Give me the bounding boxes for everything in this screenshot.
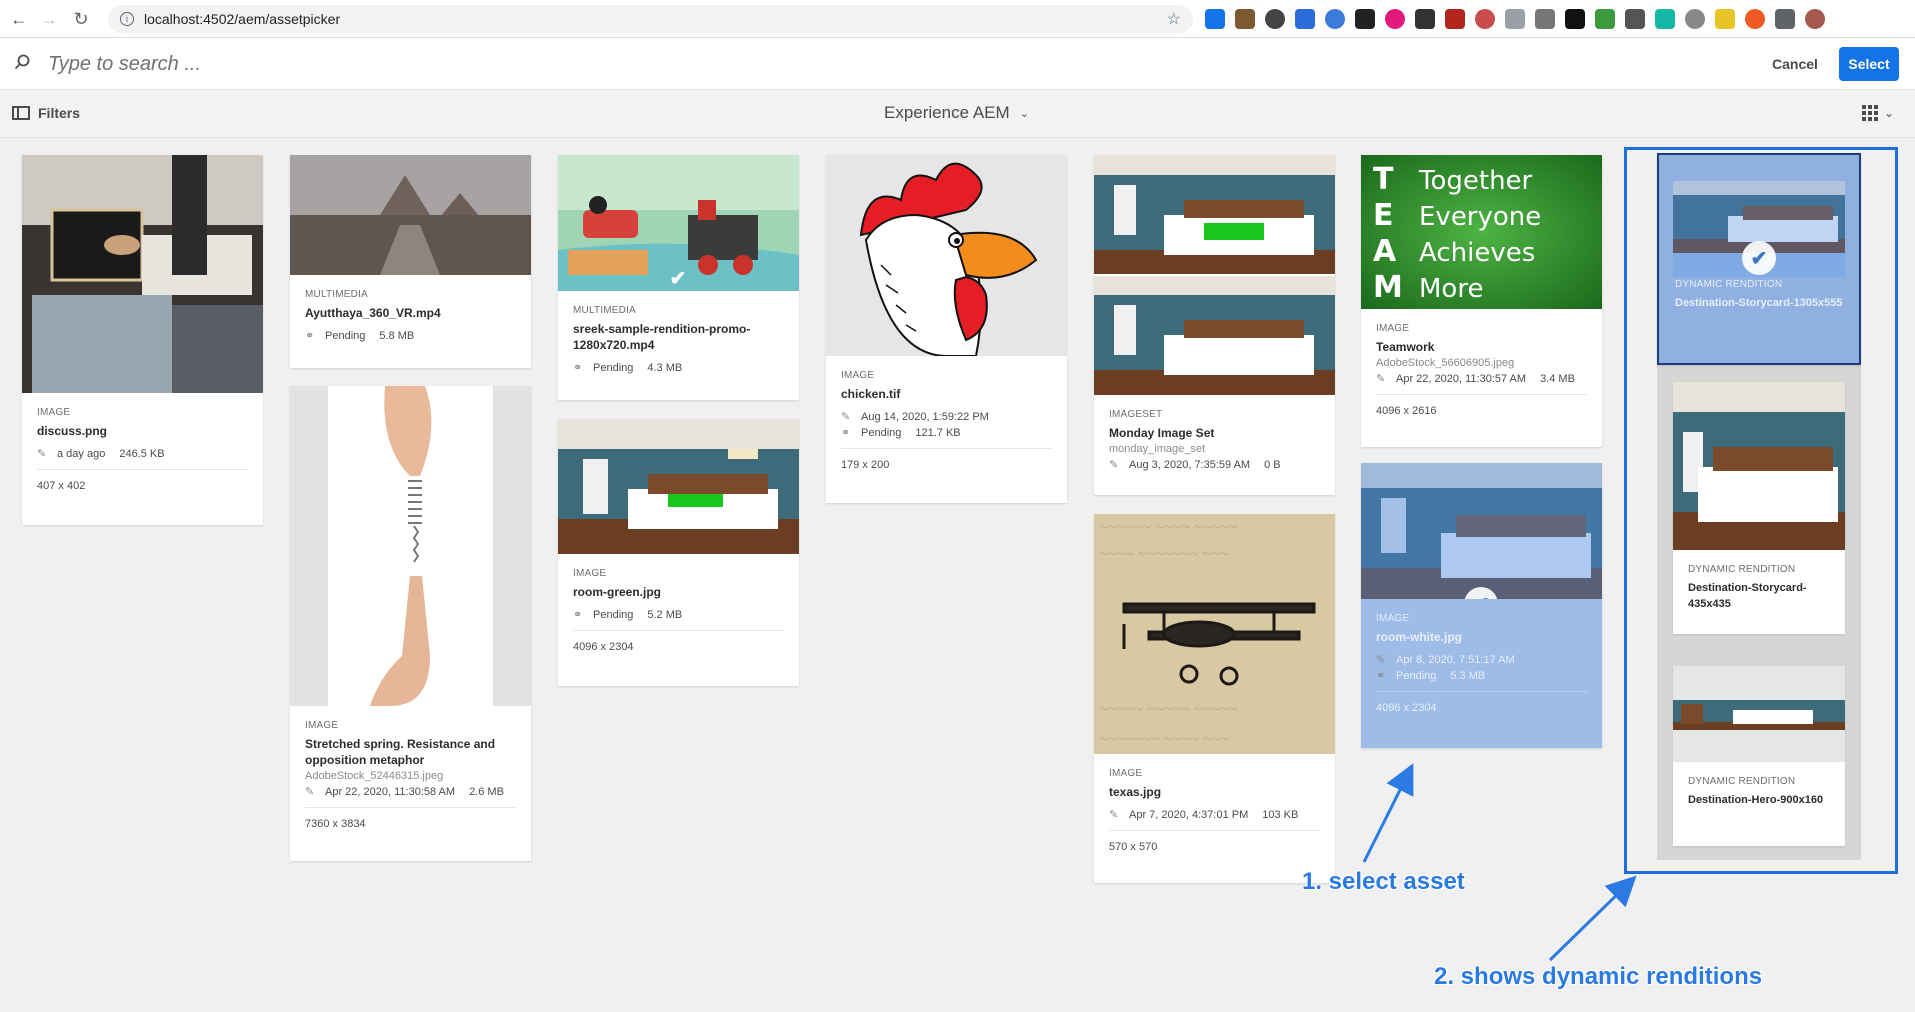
annotation-arrows xyxy=(1362,763,1637,962)
annotation-step2: 2. shows dynamic renditions xyxy=(1434,963,1763,990)
annotation-step1: 1. select asset xyxy=(1302,868,1465,895)
arrow-icon xyxy=(1362,763,1414,863)
arrow-icon xyxy=(1548,875,1637,962)
